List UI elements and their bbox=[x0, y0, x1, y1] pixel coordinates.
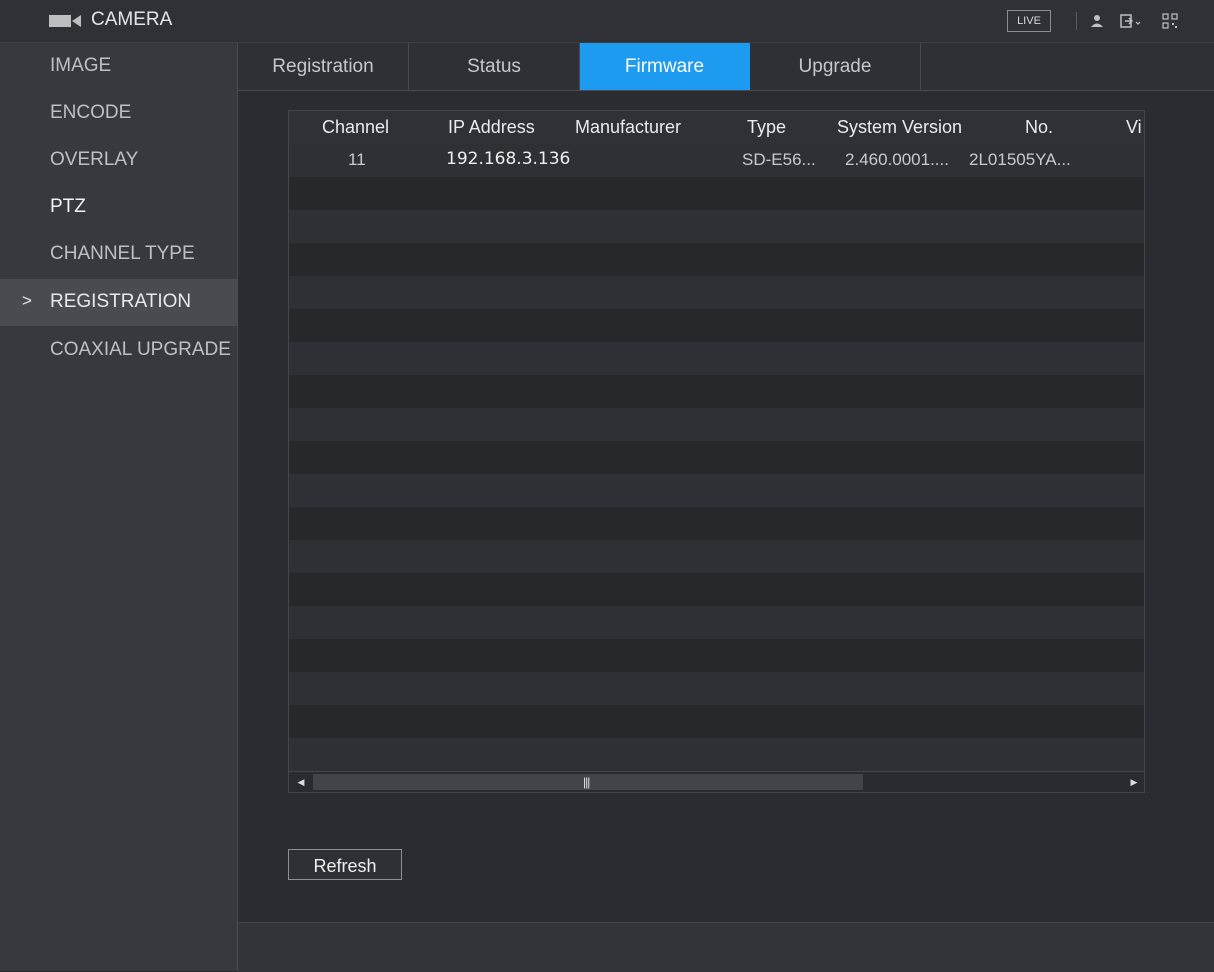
scroll-right-icon[interactable]: ▶ bbox=[1124, 774, 1144, 790]
user-icon[interactable] bbox=[1089, 13, 1105, 29]
logout-icon[interactable] bbox=[1120, 13, 1142, 29]
scrollbar-thumb[interactable]: ||| bbox=[313, 774, 863, 790]
column-header-ip-address[interactable]: IP Address bbox=[448, 117, 535, 138]
page-title: CAMERA bbox=[91, 9, 173, 30]
tab-bar: Registration Status Firmware Upgrade bbox=[238, 43, 1214, 91]
table-row-empty bbox=[289, 408, 1144, 441]
top-bar: CAMERA LIVE bbox=[0, 0, 1214, 43]
qr-code-icon[interactable] bbox=[1162, 13, 1178, 29]
table-row-empty bbox=[289, 375, 1144, 408]
column-header-no[interactable]: No. bbox=[1025, 117, 1053, 138]
table-row-empty bbox=[289, 210, 1144, 243]
tab-firmware[interactable]: Firmware bbox=[580, 43, 750, 90]
tab-status[interactable]: Status bbox=[409, 43, 580, 90]
table-row-empty bbox=[289, 309, 1144, 342]
firmware-table: Channel IP Address Manufacturer Type Sys… bbox=[288, 110, 1145, 793]
scroll-left-icon[interactable]: ◀ bbox=[291, 774, 311, 790]
table-row-empty bbox=[289, 342, 1144, 375]
column-header-channel[interactable]: Channel bbox=[322, 117, 389, 138]
table-row-empty bbox=[289, 177, 1144, 210]
horizontal-scrollbar[interactable]: ◀ ||| ▶ bbox=[289, 771, 1144, 792]
camera-icon bbox=[49, 15, 81, 27]
table-row-empty bbox=[289, 738, 1144, 771]
sidebar-item-label: COAXIAL UPGRADE bbox=[50, 339, 231, 360]
sidebar-item-encode[interactable]: ENCODE bbox=[0, 90, 237, 137]
table-row-empty bbox=[289, 573, 1144, 606]
tab-registration[interactable]: Registration bbox=[238, 43, 409, 90]
table-row-empty bbox=[289, 606, 1144, 639]
table-row-empty bbox=[289, 540, 1144, 573]
table-row-empty bbox=[289, 705, 1144, 738]
sidebar-item-label: OVERLAY bbox=[50, 149, 139, 170]
divider bbox=[1076, 12, 1077, 30]
sidebar-item-image[interactable]: IMAGE bbox=[0, 43, 237, 90]
sidebar-item-channel-type[interactable]: CHANNEL TYPE bbox=[0, 231, 237, 278]
sidebar-item-label: CHANNEL TYPE bbox=[50, 243, 195, 264]
tab-upgrade[interactable]: Upgrade bbox=[750, 43, 921, 90]
table-row-empty bbox=[289, 243, 1144, 276]
footer-bar bbox=[238, 922, 1214, 972]
sidebar-item-overlay[interactable]: OVERLAY bbox=[0, 137, 237, 184]
column-header-type[interactable]: Type bbox=[747, 117, 786, 138]
sidebar-item-registration[interactable]: > REGISTRATION bbox=[0, 279, 237, 326]
cell-system-version: 2.460.0001.... bbox=[845, 150, 949, 169]
sidebar-item-label: IMAGE bbox=[50, 55, 112, 76]
table-header: Channel IP Address Manufacturer Type Sys… bbox=[289, 111, 1144, 144]
table-row-empty bbox=[289, 672, 1144, 705]
column-header-version[interactable]: Vi bbox=[1126, 117, 1142, 138]
chevron-right-icon: > bbox=[22, 291, 32, 310]
sidebar-item-label: ENCODE bbox=[50, 102, 132, 123]
sidebar-item-ptz[interactable]: PTZ bbox=[0, 184, 237, 231]
cell-no: 2L01505YA... bbox=[969, 150, 1071, 169]
table-row-empty bbox=[289, 276, 1144, 309]
table-row-empty bbox=[289, 441, 1144, 474]
grip-icon: ||| bbox=[583, 775, 590, 789]
table-row-empty bbox=[289, 474, 1144, 507]
live-button[interactable]: LIVE bbox=[1007, 10, 1051, 32]
sidebar-item-label: REGISTRATION bbox=[50, 291, 192, 312]
sidebar-item-label: PTZ bbox=[50, 196, 86, 217]
table-row-empty bbox=[289, 639, 1144, 672]
cell-ip-address: 192.168.3.136 bbox=[446, 149, 571, 169]
cell-type: SD-E56... bbox=[742, 150, 816, 169]
refresh-button[interactable]: Refresh bbox=[288, 849, 402, 880]
table-row-empty bbox=[289, 507, 1144, 540]
column-header-manufacturer[interactable]: Manufacturer bbox=[575, 117, 681, 138]
sidebar: IMAGE ENCODE OVERLAY PTZ CHANNEL TYPE > … bbox=[0, 43, 238, 971]
column-header-system-version[interactable]: System Version bbox=[837, 117, 962, 138]
sidebar-item-coaxial-upgrade[interactable]: COAXIAL UPGRADE bbox=[0, 327, 237, 374]
cell-channel: 11 bbox=[348, 150, 366, 169]
table-row[interactable]: 11 192.168.3.136 SD-E56... 2.460.0001...… bbox=[289, 144, 1144, 177]
